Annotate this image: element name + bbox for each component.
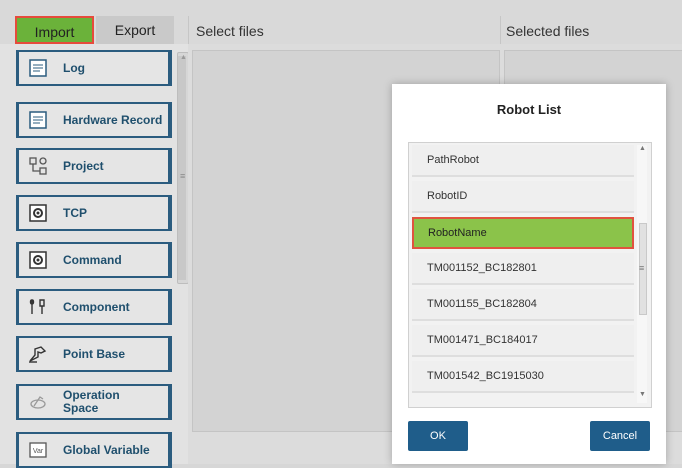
ok-button[interactable]: OK xyxy=(408,421,468,451)
robot-list: PathRobot RobotID RobotName TM001152_BC1… xyxy=(408,142,652,408)
record-icon xyxy=(27,109,49,131)
sidebar-scroll-thumb[interactable] xyxy=(178,56,186,280)
command-icon xyxy=(27,249,49,271)
sidebar-item-label: Operation Space xyxy=(63,388,120,415)
sidebar-item-label: Log xyxy=(63,60,85,75)
sidebar-item-hardware-record[interactable]: Hardware Record xyxy=(16,102,172,138)
sidebar-item-label: Hardware Record xyxy=(63,112,163,127)
sidebar: Log Hardware Record Project TCP Command … xyxy=(0,44,189,468)
sidebar-item-label: Point Base xyxy=(63,346,126,361)
svg-text:Var: Var xyxy=(33,448,44,455)
sidebar-item-label: Project xyxy=(63,158,104,173)
sidebar-item-command[interactable]: Command xyxy=(16,242,172,278)
operation-space-icon xyxy=(27,391,49,413)
point-base-icon xyxy=(27,343,49,365)
list-item-selected[interactable]: RobotName xyxy=(412,217,634,249)
list-item[interactable]: TM001542_BC1915030 xyxy=(412,361,634,393)
sidebar-item-global-variable[interactable]: Var Global Variable xyxy=(16,432,172,468)
tab-export[interactable]: Export xyxy=(96,16,174,44)
top-bar: Import Export Select files Selected file… xyxy=(0,0,682,44)
sidebar-item-operation-space[interactable]: Operation Space xyxy=(16,384,172,420)
scroll-up-icon[interactable]: ▲ xyxy=(639,145,646,152)
scroll-down-icon[interactable]: ▼ xyxy=(639,391,646,398)
tab-import[interactable]: Import xyxy=(15,16,94,44)
dialog-title: Robot List xyxy=(496,102,562,117)
selected-files-header: Selected files xyxy=(506,23,590,39)
sidebar-item-tcp[interactable]: TCP xyxy=(16,195,172,231)
sidebar-item-label: Component xyxy=(63,299,130,314)
cancel-button[interactable]: Cancel xyxy=(590,421,650,451)
grip-icon: ≡ xyxy=(639,263,645,273)
robot-list-dialog: Robot List PathRobot RobotID RobotName T… xyxy=(392,84,666,464)
sidebar-item-project[interactable]: Project xyxy=(16,148,172,184)
list-item[interactable]: TM001152_BC182801 xyxy=(412,253,634,285)
sidebar-item-label: TCP xyxy=(63,205,87,220)
sidebar-item-label: Global Variable xyxy=(63,442,150,457)
sidebar-item-component[interactable]: Component xyxy=(16,289,172,325)
select-files-header: Select files xyxy=(196,23,264,39)
list-item[interactable]: RobotID xyxy=(412,181,634,213)
grip-icon: ≡ xyxy=(180,171,186,181)
list-item[interactable]: TM001155_BC182804 xyxy=(412,289,634,321)
sidebar-item-point-base[interactable]: Point Base xyxy=(16,336,172,372)
list-item[interactable]: PathRobot xyxy=(412,145,634,177)
tcp-icon xyxy=(27,202,49,224)
global-variable-icon: Var xyxy=(27,439,49,461)
project-icon xyxy=(27,155,49,177)
sidebar-item-label: Command xyxy=(63,252,122,267)
scroll-up-icon[interactable]: ▲ xyxy=(180,54,187,61)
log-icon xyxy=(27,57,49,79)
component-icon xyxy=(27,296,49,318)
list-item[interactable]: TM001471_BC184017 xyxy=(412,325,634,357)
sidebar-item-log[interactable]: Log xyxy=(16,50,172,86)
